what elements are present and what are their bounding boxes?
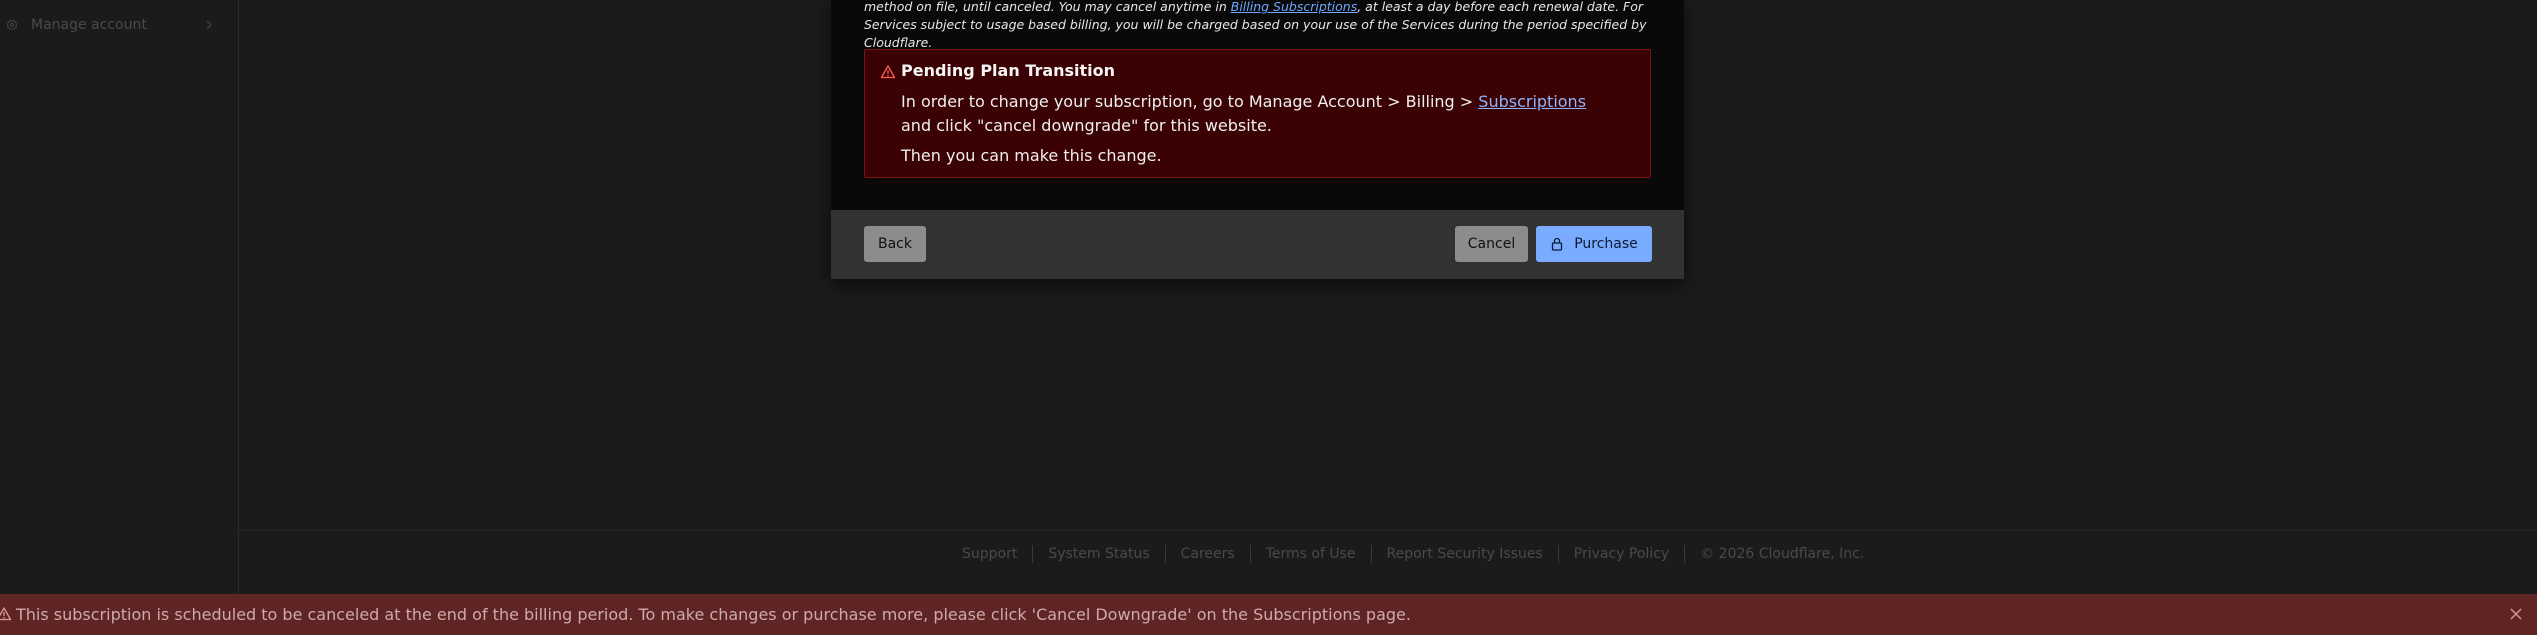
billing-subscriptions-link[interactable]: Billing Subscriptions bbox=[1231, 0, 1357, 14]
footer-link-report-security-issues[interactable]: Report Security Issues bbox=[1372, 546, 1558, 562]
alert-message-part: In order to change your subscription, go… bbox=[901, 92, 1479, 111]
warning-icon bbox=[0, 606, 12, 622]
footer-link-terms-of-use[interactable]: Terms of Use bbox=[1251, 546, 1371, 562]
alert-message-secondary: Then you can make this change. bbox=[901, 146, 1162, 165]
gear-icon bbox=[6, 19, 18, 31]
banner-text: This subscription is scheduled to be can… bbox=[16, 605, 1411, 624]
pending-plan-alert: Pending Plan Transition In order to chan… bbox=[864, 49, 1651, 178]
cancel-button[interactable]: Cancel bbox=[1455, 226, 1528, 262]
back-button-label: Back bbox=[878, 236, 912, 252]
purchase-modal: method on file, until canceled. You may … bbox=[831, 0, 1684, 279]
chevron-right-icon bbox=[204, 20, 214, 30]
terms-text-part: method on file, until canceled. You may … bbox=[864, 0, 1231, 14]
subscriptions-link[interactable]: Subscriptions bbox=[1478, 92, 1586, 111]
terms-text: method on file, until canceled. You may … bbox=[864, 0, 1654, 52]
footer-copyright: © 2026 Cloudflare, Inc. bbox=[1700, 546, 1865, 562]
modal-body: method on file, until canceled. You may … bbox=[831, 0, 1684, 210]
footer-link-system-status[interactable]: System Status bbox=[1033, 546, 1164, 562]
sidebar: Manage account bbox=[0, 0, 239, 594]
close-icon[interactable] bbox=[2508, 606, 2524, 622]
purchase-button[interactable]: Purchase bbox=[1536, 226, 1652, 262]
downgrade-banner: This subscription is scheduled to be can… bbox=[0, 594, 2537, 635]
modal-footer: Back Cancel Purchase bbox=[831, 210, 1684, 279]
sidebar-item-manage-account[interactable]: Manage account bbox=[0, 12, 220, 38]
sidebar-item-label: Manage account bbox=[31, 17, 147, 33]
footer-link-careers[interactable]: Careers bbox=[1166, 546, 1250, 562]
alert-message: In order to change your subscription, go… bbox=[901, 90, 1621, 138]
lock-icon bbox=[1550, 237, 1564, 251]
purchase-button-label: Purchase bbox=[1574, 236, 1638, 252]
footer-link-support[interactable]: Support bbox=[947, 546, 1032, 562]
cancel-button-label: Cancel bbox=[1467, 236, 1516, 252]
page-footer: Support System Status Careers Terms of U… bbox=[947, 544, 1879, 564]
warning-icon bbox=[880, 64, 896, 80]
footer-divider bbox=[239, 530, 2537, 531]
alert-message-part: and click "cancel downgrade" for this we… bbox=[901, 116, 1272, 135]
back-button[interactable]: Back bbox=[864, 226, 926, 262]
alert-title: Pending Plan Transition bbox=[901, 61, 1116, 80]
footer-link-privacy-policy[interactable]: Privacy Policy bbox=[1559, 546, 1684, 562]
